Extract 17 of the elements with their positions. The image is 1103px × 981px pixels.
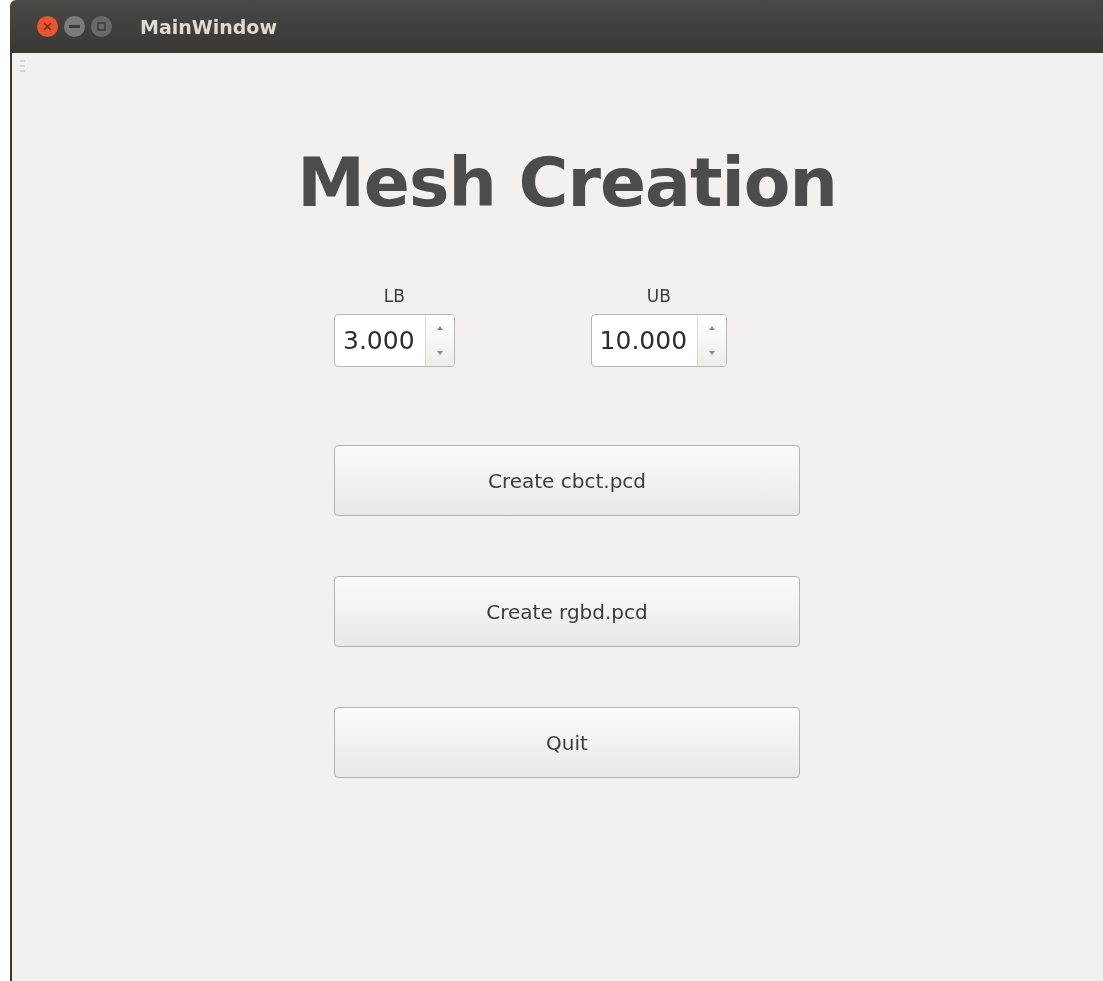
maximize-icon[interactable] [91, 16, 112, 37]
spinbox[interactable]: 10.000 [590, 314, 728, 367]
spinbox-label: LB [383, 286, 405, 306]
close-icon[interactable] [37, 16, 58, 37]
up-arrow-icon[interactable] [436, 325, 443, 330]
down-arrow-icon[interactable] [436, 351, 443, 356]
spinbox-label: UB [646, 286, 671, 306]
spinbox[interactable]: 3.000 [334, 314, 455, 367]
action-button[interactable]: Create cbct.pcd [334, 445, 800, 516]
up-arrow-icon[interactable] [709, 325, 716, 330]
action-button[interactable]: Quit [334, 707, 800, 778]
action-button[interactable]: Create rgbd.pcd [334, 576, 800, 647]
minimize-icon[interactable] [64, 16, 85, 37]
window-title: MainWindow [140, 15, 277, 38]
heading: Mesh Creation [296, 143, 838, 222]
down-arrow-icon[interactable] [709, 351, 716, 356]
grip-icon[interactable] [20, 59, 25, 73]
